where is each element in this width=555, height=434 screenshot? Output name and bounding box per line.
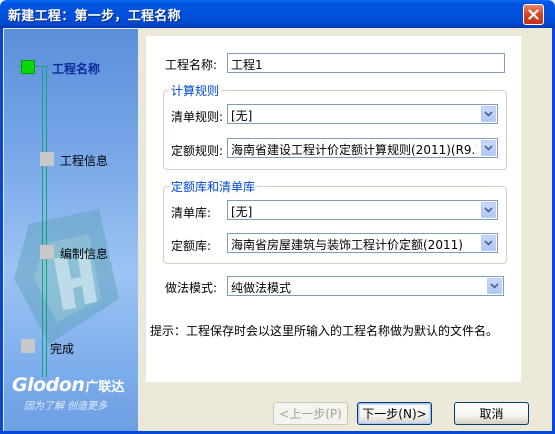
library-group-title: 定额库和清单库: [169, 178, 258, 195]
quota-rule-select[interactable]: 海南省建设工程计价定额计算规则(2011)(R9.1: [227, 138, 498, 158]
quota-rule-value: 海南省建设工程计价定额计算规则(2011)(R9.1: [231, 143, 477, 157]
bill-lib-label: 清单库:: [171, 206, 212, 220]
step-label-project-name: 工程名称: [52, 62, 101, 76]
bill-lib-select[interactable]: [无]: [227, 200, 498, 220]
bill-lib-value: [无]: [231, 205, 253, 219]
close-icon: [528, 9, 539, 20]
dropdown-arrow-icon[interactable]: [481, 140, 496, 156]
method-mode-select[interactable]: 纯做法模式: [227, 276, 504, 296]
step-connector: [46, 67, 47, 377]
wizard-sidebar: 工程名称 工程信息 编制信息 完成 Glodon广联达 因为了解 创造更多: [4, 29, 138, 431]
step-marker-active: [21, 60, 35, 74]
quota-lib-label: 定额库:: [171, 239, 212, 253]
dropdown-arrow-icon[interactable]: [487, 278, 502, 294]
step-label-project-info: 工程信息: [60, 154, 109, 168]
step-label-compile-info: 编制信息: [60, 247, 109, 261]
quota-lib-select[interactable]: 海南省房屋建筑与装饰工程计价定额(2011): [227, 233, 498, 253]
title-bar: 新建工程：第一步，工程名称: [0, 0, 555, 28]
dropdown-arrow-icon[interactable]: [481, 106, 496, 122]
logo-slogan: 因为了解 创造更多: [24, 401, 108, 412]
method-mode-value: 纯做法模式: [231, 281, 292, 295]
cancel-button[interactable]: 取消: [454, 402, 529, 425]
close-button[interactable]: [523, 4, 544, 25]
glodon-logo: Glodon广联达: [12, 374, 124, 396]
step-marker: [40, 152, 54, 166]
step-connector: [42, 67, 43, 377]
step-marker: [21, 339, 35, 353]
calc-rules-group-title: 计算规则: [169, 82, 222, 99]
next-step-button[interactable]: 下一步(N)>: [357, 402, 432, 425]
step-label-finish: 完成: [50, 342, 75, 356]
dropdown-arrow-icon[interactable]: [481, 235, 496, 251]
watermark-emblem-icon: [14, 209, 119, 344]
logo-text: Glodon: [12, 374, 85, 396]
quota-rule-label: 定额规则:: [171, 144, 224, 158]
bill-rule-label: 清单规则:: [171, 110, 224, 124]
bill-rule-select[interactable]: [无]: [227, 104, 498, 124]
form-panel: 工程名称: 工程1 计算规则 清单规则: [无] 定额规则: 海南省建设工程计价…: [146, 36, 521, 382]
quota-lib-value: 海南省房屋建筑与装饰工程计价定额(2011): [231, 238, 463, 252]
project-name-label: 工程名称:: [165, 58, 218, 72]
method-mode-label: 做法模式:: [165, 281, 218, 295]
step-marker: [40, 245, 54, 259]
dropdown-arrow-icon[interactable]: [481, 202, 496, 218]
prev-step-button[interactable]: <上一步(P): [273, 402, 348, 425]
hint-text: 提示：工程保存时会以这里所输入的工程名称做为默认的文件名。: [150, 324, 499, 338]
logo-cn: 广联达: [85, 380, 125, 395]
window-title: 新建工程：第一步，工程名称: [8, 9, 181, 24]
bill-rule-value: [无]: [231, 109, 253, 123]
project-name-input[interactable]: 工程1: [227, 53, 505, 73]
